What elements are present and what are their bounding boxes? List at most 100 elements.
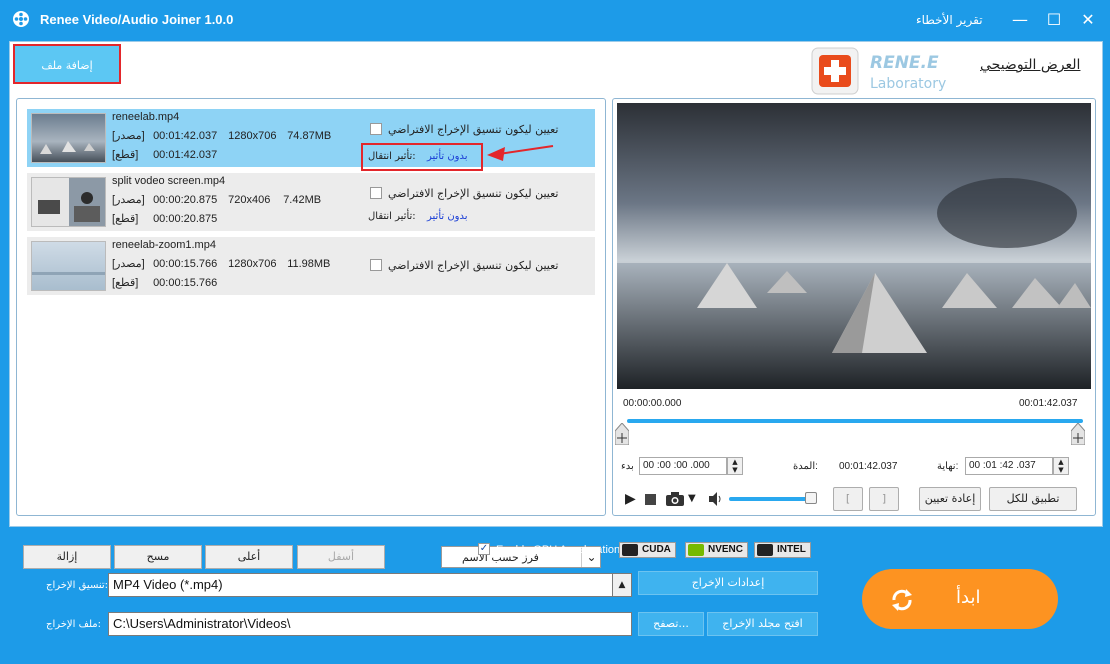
nvidia-icon	[688, 544, 704, 556]
start-label: ابدأ	[956, 587, 981, 608]
duration-label: المدة:	[793, 461, 818, 472]
source-info: [مصدر] 00:01:42.037 1280x706 74.87MB	[112, 129, 331, 142]
file-name: reneelab-zoom1.mp4	[112, 239, 216, 251]
file-row[interactable]: reneelab-zoom1.mp4 [مصدر] 00:00:15.766 1…	[27, 237, 595, 295]
cut-info: [قطع] 00:01:42.037	[112, 148, 217, 161]
cut-time: 00:00:20.875	[153, 213, 218, 225]
gpu-checkbox[interactable]: ✓	[478, 543, 490, 555]
nvidia-icon	[622, 544, 638, 556]
default-format-checkbox[interactable]	[370, 187, 382, 199]
main-panel: إضافة ملف RENE.E Laboratory العرض التوضي…	[9, 41, 1103, 569]
stop-icon[interactable]	[645, 494, 656, 505]
nvenc-badge: NVENC	[685, 542, 749, 558]
volume-slider[interactable]	[729, 497, 817, 501]
remove-button[interactable]: إزالة	[23, 545, 111, 569]
duration-value: 00:01:42.037	[839, 461, 898, 472]
start-button[interactable]: ابدأ	[862, 569, 1058, 629]
file-row[interactable]: reneelab.mp4 [مصدر] 00:01:42.037 1280x70…	[27, 109, 595, 171]
file-list-panel: reneelab.mp4 [مصدر] 00:01:42.037 1280x70…	[16, 98, 606, 569]
close-button[interactable]: ✕	[1078, 10, 1098, 30]
cut-label: [قطع]	[112, 277, 139, 289]
file-size: 11.98MB	[287, 258, 331, 270]
transition-label: تأثير انتقال:	[368, 151, 416, 162]
cut-time: 00:01:42.037	[153, 149, 218, 161]
volume-icon[interactable]	[707, 491, 723, 507]
set-default-label: تعيين ليكون تنسيق الإخراج الافتراضي	[388, 123, 559, 136]
preview-time-end: 00:01:42.037	[1019, 398, 1078, 409]
end-label: نهاية:	[937, 461, 959, 472]
mark-out-button[interactable]: ]	[869, 487, 899, 511]
cut-label: [قطع]	[112, 213, 139, 225]
default-format-checkbox[interactable]	[370, 259, 382, 271]
move-down-button[interactable]: أسفل	[297, 545, 385, 569]
end-time-input[interactable]: 00 :01 :42 .037	[965, 457, 1053, 475]
video-thumbnail	[31, 113, 106, 163]
cuda-text: CUDA	[642, 544, 671, 555]
add-file-button[interactable]: إضافة ملف	[13, 44, 121, 84]
clear-button[interactable]: مسح	[114, 545, 202, 569]
start-time-stepper[interactable]: ▲ ▼	[727, 457, 743, 475]
refresh-icon	[888, 586, 916, 614]
svg-text:Laboratory: Laboratory	[870, 76, 946, 92]
title-bar: Renee Video/Audio Joiner 1.0.0 تقرير الأ…	[0, 0, 1110, 40]
file-name: split vodeo screen.mp4	[112, 175, 226, 187]
resolution: 720x406	[228, 194, 271, 206]
source-label: [مصدر]	[112, 130, 145, 142]
file-name: reneelab.mp4	[112, 111, 180, 123]
source-time: 00:01:42.037	[153, 130, 218, 142]
svg-text:RENE.E: RENE.E	[870, 53, 939, 73]
video-thumbnail	[31, 241, 106, 291]
file-size: 74.87MB	[287, 130, 332, 142]
cut-label: [قطع]	[112, 149, 139, 161]
source-time: 00:00:20.875	[153, 194, 218, 206]
nvenc-text: NVENC	[708, 544, 744, 555]
camera-dropdown-icon[interactable]: ▼	[688, 493, 696, 504]
camera-icon[interactable]	[665, 491, 685, 507]
intel-text: INTEL	[777, 544, 806, 555]
transition-link[interactable]: بدون تأثير	[427, 211, 468, 222]
format-dropdown-icon[interactable]: ▲	[612, 573, 632, 597]
play-icon[interactable]: ▶	[625, 491, 636, 507]
reset-button[interactable]: إعادة تعيين	[919, 487, 981, 511]
start-time-input[interactable]: 00 :00 :00 .000	[639, 457, 727, 475]
cuda-badge: CUDA	[619, 542, 676, 558]
source-label: [مصدر]	[112, 194, 145, 206]
minimize-button[interactable]: —	[1010, 10, 1030, 30]
set-default-label: تعيين ليكون تنسيق الإخراج الافتراضي	[388, 187, 559, 200]
output-folder-field[interactable]: C:\Users\Administrator\Videos\	[108, 612, 632, 636]
output-settings-button[interactable]: إعدادات الإخراج	[638, 571, 818, 595]
default-format-checkbox[interactable]	[370, 123, 382, 135]
resolution: 1280x706	[228, 130, 277, 142]
volume-handle[interactable]	[805, 492, 817, 504]
maximize-button[interactable]: ☐	[1044, 10, 1064, 30]
open-folder-button[interactable]: افتح مجلد الإخراج	[707, 612, 818, 636]
preview-panel: 00:00:00.000 00:01:42.037 بدء 00 :00 :00…	[612, 98, 1096, 516]
cut-info: [قطع] 00:00:20.875	[112, 212, 217, 225]
source-info: [مصدر] 00:00:20.875 720x406 7.42MB	[112, 193, 321, 206]
intel-badge: INTEL	[754, 542, 811, 558]
rene-logo: RENE.E Laboratory	[810, 46, 970, 96]
format-select[interactable]: MP4 Video (*.mp4)	[108, 573, 614, 597]
apply-all-button[interactable]: تطبيق للكل	[989, 487, 1077, 511]
file-row[interactable]: split vodeo screen.mp4 [مصدر] 00:00:20.8…	[27, 173, 595, 231]
cut-info: [قطع] 00:00:15.766	[112, 276, 217, 289]
browse-button[interactable]: تصفح...	[638, 612, 704, 636]
source-time: 00:00:15.766	[153, 258, 218, 270]
preview-time-start: 00:00:00.000	[623, 398, 682, 409]
set-default-label: تعيين ليكون تنسيق الإخراج الافتراضي	[388, 259, 559, 272]
transition-label: تأثير انتقال:	[368, 211, 416, 222]
format-label: تنسيق الإخراج:	[46, 580, 109, 591]
transition-link[interactable]: بدون تأثير	[427, 151, 468, 162]
timeline-slider[interactable]	[627, 419, 1083, 423]
folder-label: ملف الإخراج:	[46, 619, 101, 630]
trim-end-handle-icon[interactable]	[1070, 422, 1086, 446]
move-up-button[interactable]: أعلى	[205, 545, 293, 569]
file-size: 7.42MB	[283, 194, 322, 206]
trim-start-handle-icon[interactable]	[614, 422, 630, 446]
bug-report-link[interactable]: تقرير الأخطاء	[916, 13, 983, 27]
demo-link[interactable]: العرض التوضيحي	[980, 57, 1080, 73]
mark-in-button[interactable]: [	[833, 487, 863, 511]
end-time-stepper[interactable]: ▲ ▼	[1053, 457, 1069, 475]
cut-time: 00:00:15.766	[153, 277, 218, 289]
start-label: بدء	[621, 461, 634, 472]
